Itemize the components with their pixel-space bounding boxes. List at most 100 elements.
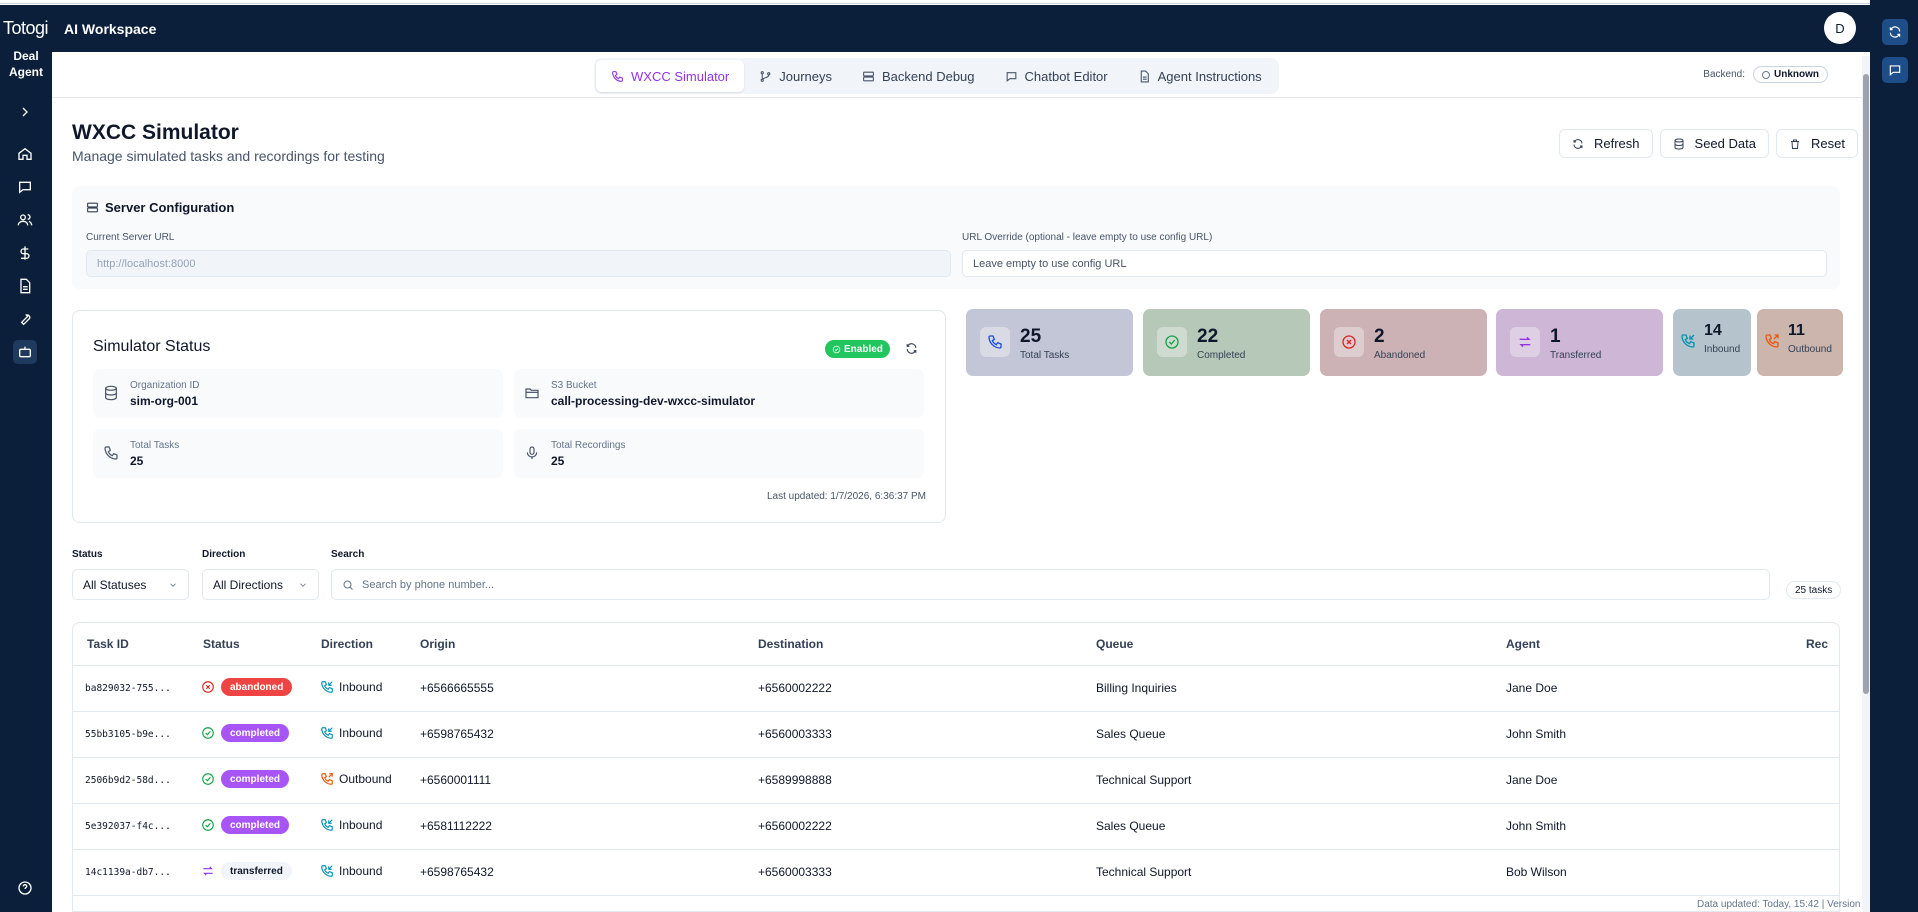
search-input[interactable]: Search by phone number... <box>331 569 1770 600</box>
org-value: sim-org-001 <box>130 394 199 408</box>
table-row[interactable]: 2506b9d2-58d... completed Outbound +6560001… <box>73 757 1839 803</box>
tab-chatbot-editor[interactable]: Chatbot Editor <box>990 60 1123 92</box>
server-configuration-panel: Server Configuration Current Server URL … <box>72 186 1840 289</box>
stat-caption: Outbound <box>1788 344 1832 355</box>
destination-cell: +6560003333 <box>758 727 832 741</box>
tab-agent-instructions[interactable]: Agent Instructions <box>1123 60 1277 92</box>
chevron-right-icon[interactable] <box>13 100 37 124</box>
column-header[interactable]: Agent <box>1506 637 1540 651</box>
status-select[interactable]: All Statuses <box>72 569 189 600</box>
reset-button[interactable]: Reset <box>1775 129 1858 158</box>
direction-label: Inbound <box>339 864 383 878</box>
backend-value: Unknown <box>1774 69 1819 80</box>
check-circle-icon <box>832 345 841 353</box>
table-row[interactable]: 5e392037-f4c... completed Inbound +65811122… <box>73 803 1839 849</box>
table-row[interactable]: ba829032-755... abandoned Inbound +65666655… <box>73 665 1839 711</box>
tasks-label: Total Tasks <box>130 440 180 451</box>
destination-cell: +6560002222 <box>758 819 832 833</box>
tab-journeys[interactable]: Journeys <box>744 60 847 92</box>
bot-icon[interactable] <box>13 340 37 364</box>
agent-cell: Bob Wilson <box>1506 865 1567 879</box>
table-row[interactable] <box>73 895 1839 911</box>
brand-line-1: Deal <box>13 49 39 63</box>
tab-label: Agent Instructions <box>1157 68 1262 84</box>
stat-caption: Transferred <box>1550 350 1602 361</box>
s3-bucket-box: S3 Bucket call-processing-dev-wxcc-simul… <box>514 369 924 418</box>
status-circle-icon <box>1762 70 1770 79</box>
dollar-icon[interactable] <box>13 241 37 265</box>
stat-value: 14 <box>1704 322 1722 339</box>
status-badge: abandoned <box>221 678 293 696</box>
home-icon[interactable] <box>13 142 37 166</box>
task-id-cell[interactable]: 14c1139a-db7... <box>85 867 171 878</box>
stat-caption: Completed <box>1197 350 1246 361</box>
column-header[interactable]: Direction <box>321 637 373 651</box>
sync-icon[interactable] <box>1882 19 1908 45</box>
phone-incoming-icon <box>321 819 333 831</box>
direction-select[interactable]: All Directions <box>202 569 319 600</box>
avatar[interactable]: D <box>1824 12 1856 44</box>
task-id-cell[interactable]: 2506b9d2-58d... <box>85 775 171 786</box>
table-row[interactable]: 55bb3105-b9e... completed Inbound +65987654… <box>73 711 1839 757</box>
column-header[interactable]: Status <box>203 637 240 651</box>
task-id-cell[interactable]: ba829032-755... <box>85 683 171 694</box>
tab-backend-debug[interactable]: Backend Debug <box>847 60 990 92</box>
seed-data-label: Seed Data <box>1694 136 1756 151</box>
right-rail <box>1870 0 1918 912</box>
task-count-badge: 25 tasks <box>1786 581 1842 599</box>
organization-id-box: Organization ID sim-org-001 <box>93 369 503 418</box>
check-circle-icon <box>1157 327 1187 357</box>
backend-status: Backend: Unknown <box>1703 66 1828 83</box>
enabled-label: Enabled <box>844 343 883 355</box>
document-icon[interactable] <box>13 274 37 298</box>
queue-cell: Billing Inquiries <box>1096 681 1177 695</box>
tab-bar: WXCC Simulator Journeys Backend Debug Ch… <box>52 52 1862 98</box>
direction-label: Outbound <box>339 772 392 786</box>
check-circle-icon <box>202 819 214 831</box>
refresh-label: Refresh <box>1594 136 1640 151</box>
backend-label: Backend: <box>1703 69 1745 80</box>
refresh-button[interactable]: Refresh <box>1559 129 1653 158</box>
direction-cell: Inbound <box>320 818 382 832</box>
phone-icon <box>980 327 1010 357</box>
column-header[interactable]: Queue <box>1096 637 1133 651</box>
stat-value: 25 <box>1020 326 1042 347</box>
transfer-icon <box>203 866 213 876</box>
url-override-input[interactable]: Leave empty to use config URL <box>962 250 1827 277</box>
agent-cell: Jane Doe <box>1506 681 1558 695</box>
direction-select-value: All Directions <box>213 577 284 592</box>
column-header[interactable]: Rec <box>1806 637 1828 651</box>
status-refresh-icon[interactable] <box>905 342 918 358</box>
phone-outgoing-icon <box>1763 329 1781 353</box>
x-circle-icon <box>1334 327 1364 357</box>
status-cell: completed <box>201 816 290 834</box>
origin-cell: +6598765432 <box>420 727 494 741</box>
queue-cell: Sales Queue <box>1096 819 1166 833</box>
phone-incoming-icon <box>321 681 333 693</box>
total-recordings-box: Total Recordings 25 <box>514 429 924 478</box>
phone-outgoing-icon <box>321 773 333 785</box>
chat-panel-icon[interactable] <box>1882 57 1908 83</box>
task-id-cell[interactable]: 55bb3105-b9e... <box>85 729 171 740</box>
table-row[interactable]: 14c1139a-db7... transferred Inbound +659876… <box>73 849 1839 895</box>
destination-cell: +6560002222 <box>758 681 832 695</box>
stat-caption: Total Tasks <box>1020 350 1070 361</box>
help-icon[interactable] <box>13 876 37 900</box>
reset-label: Reset <box>1810 136 1845 151</box>
server-icon <box>87 202 98 213</box>
simulator-status-card: Simulator Status Enabled Organization ID… <box>72 310 946 523</box>
users-icon[interactable] <box>13 208 37 232</box>
destination-cell: +6589998888 <box>758 773 832 787</box>
scrollbar[interactable] <box>1862 56 1870 912</box>
column-header[interactable]: Task ID <box>87 637 129 651</box>
seed-data-button[interactable]: Seed Data <box>1659 129 1769 158</box>
wrench-icon[interactable] <box>13 307 37 331</box>
phone-icon <box>612 70 623 82</box>
column-header[interactable]: Origin <box>420 637 455 651</box>
tab-wxcc-simulator[interactable]: WXCC Simulator <box>596 60 745 92</box>
task-id-cell[interactable]: 5e392037-f4c... <box>85 821 171 832</box>
search-placeholder: Search by phone number... <box>362 578 495 591</box>
chat-icon[interactable] <box>13 175 37 199</box>
scroll-thumb[interactable] <box>1863 74 1869 694</box>
column-header[interactable]: Destination <box>758 637 823 651</box>
